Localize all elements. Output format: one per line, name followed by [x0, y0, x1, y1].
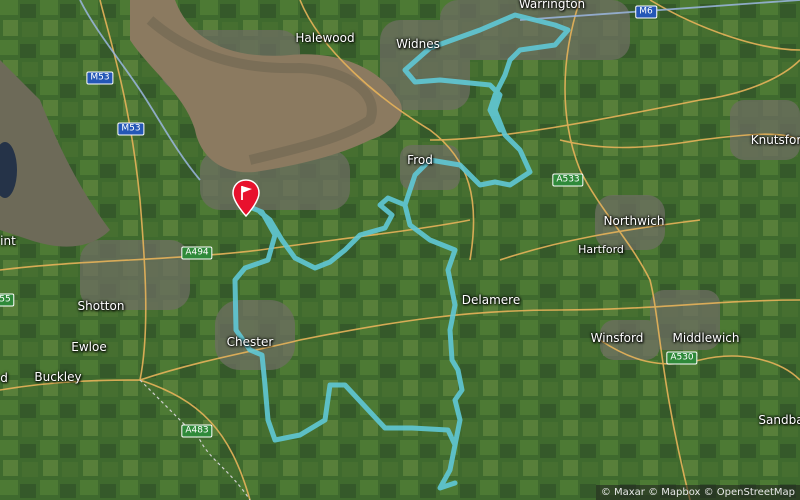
- place-label-delamere: Delamere: [461, 293, 521, 307]
- place-label-hartford: Hartford: [578, 243, 624, 256]
- road-shield-a494: A494: [181, 246, 213, 260]
- place-label-widnes: Widnes: [396, 37, 440, 51]
- satellite-basemap: [0, 0, 800, 500]
- place-label-chester: Chester: [226, 335, 274, 349]
- place-label-middlewich: Middlewich: [672, 331, 740, 345]
- place-label-flint: int: [0, 234, 16, 248]
- place-label-ewloe: Ewloe: [71, 340, 107, 354]
- place-label-mold: d: [0, 371, 8, 385]
- road-shield-m53: M53: [117, 122, 145, 136]
- road-shield-m53: M53: [86, 71, 114, 85]
- place-label-northwich: Northwich: [603, 214, 665, 228]
- place-label-halewood: Halewood: [295, 31, 355, 45]
- start-flag-marker-icon[interactable]: [232, 178, 260, 218]
- road-shield-a55: 55: [0, 293, 15, 307]
- road-shield-a483: A483: [181, 424, 213, 438]
- road-shield-a533: A533: [552, 173, 584, 187]
- map-attribution[interactable]: © Maxar © Mapbox © OpenStreetMap: [595, 485, 800, 500]
- place-label-sandbach: Sandba: [758, 413, 800, 427]
- place-label-frodsham: Frod: [407, 153, 433, 167]
- road-shield-m6: M6: [635, 5, 657, 19]
- place-label-shotton: Shotton: [77, 299, 125, 313]
- map-canvas[interactable]: Warrington Halewood Widnes Frod Knutsfor…: [0, 0, 800, 500]
- road-shield-a530: A530: [666, 351, 698, 365]
- place-label-winsford: Winsford: [590, 331, 644, 345]
- place-label-warrington: Warrington: [518, 0, 586, 11]
- place-label-buckley: Buckley: [34, 370, 82, 384]
- place-label-knutsford: Knutsfor: [750, 133, 800, 147]
